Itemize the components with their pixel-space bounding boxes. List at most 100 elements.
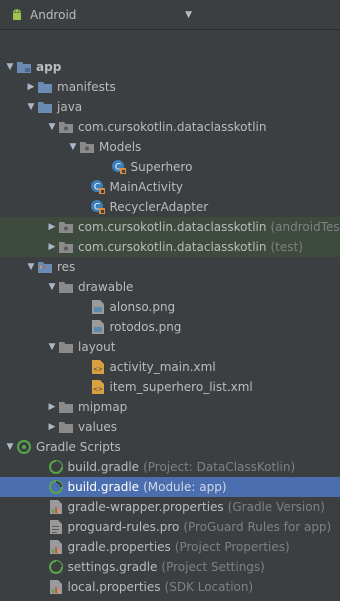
- folder-gray-icon: [58, 419, 74, 435]
- image-file-icon: [90, 299, 106, 315]
- tree-node[interactable]: ▼ drawable: [0, 277, 340, 297]
- tree-node[interactable]: alonso.png: [0, 297, 340, 317]
- tree-node[interactable]: ▶ mipmap: [0, 397, 340, 417]
- svg-text:<>: <>: [92, 366, 102, 373]
- tree-node-label: mipmap: [78, 400, 128, 414]
- expanded-arrow-icon[interactable]: ▼: [25, 97, 37, 117]
- tree-node-label: item_superhero_list.xml: [109, 380, 253, 394]
- tree-node-label: settings.gradle: [67, 560, 158, 574]
- gradle-icon: [16, 439, 32, 455]
- package-icon: [58, 239, 74, 255]
- kotlin-class-icon: C: [90, 179, 106, 195]
- tree-node-label: build.gradle: [67, 460, 140, 474]
- android-icon: [10, 8, 24, 22]
- tree-node[interactable]: gradle-wrapper.properties (Gradle Version…: [0, 497, 340, 517]
- tree-node-suffix: (ProGuard Rules for app): [183, 520, 332, 534]
- tree-node[interactable]: local.properties (SDK Location): [0, 577, 340, 597]
- tree-node-label: layout: [78, 340, 116, 354]
- properties-file-icon: [48, 579, 64, 595]
- tree-node-label: local.properties: [67, 580, 161, 594]
- tree-node[interactable]: rotodos.png: [0, 317, 340, 337]
- arrow-spacer: [36, 477, 48, 497]
- tree-node-label: build.gradle: [67, 480, 140, 494]
- arrow-spacer: [78, 357, 90, 377]
- tree-node-suffix: (Project Settings): [161, 560, 265, 574]
- gradle-file-icon: [48, 479, 64, 495]
- collapsed-arrow-icon[interactable]: ▶: [46, 237, 58, 257]
- arrow-spacer: [36, 517, 48, 537]
- arrow-spacer: [78, 197, 90, 217]
- tree-node-label: app: [36, 60, 62, 74]
- tree-node[interactable]: ▼ Gradle Scripts: [0, 437, 340, 457]
- tree-node-label: proguard-rules.pro: [67, 520, 180, 534]
- expanded-arrow-icon[interactable]: ▼: [46, 337, 58, 357]
- properties-file-icon: [48, 539, 64, 555]
- expanded-arrow-icon[interactable]: ▼: [46, 117, 58, 137]
- tree-node[interactable]: C MainActivity: [0, 177, 340, 197]
- tree-node[interactable]: <> item_superhero_list.xml: [0, 377, 340, 397]
- tree-node[interactable]: proguard-rules.pro (ProGuard Rules for ap…: [0, 517, 340, 537]
- expanded-arrow-icon[interactable]: ▼: [4, 437, 16, 457]
- tree-node-label: com.cursokotlin.dataclasskotlin: [78, 120, 267, 134]
- arrow-spacer: [36, 497, 48, 517]
- tree-node[interactable]: ▼ java: [0, 97, 340, 117]
- tree-node[interactable]: ▼ com.cursokotlin.dataclasskotlin: [0, 117, 340, 137]
- arrow-spacer: [78, 177, 90, 197]
- tree-node[interactable]: ▼ res: [0, 257, 340, 277]
- collapsed-arrow-icon[interactable]: ▶: [46, 417, 58, 437]
- tree-node[interactable]: ▼ layout: [0, 337, 340, 357]
- tree-node-label: com.cursokotlin.dataclasskotlin: [78, 220, 267, 234]
- package-icon: [58, 219, 74, 235]
- tree-node[interactable]: build.gradle (Project: DataClassKotlin): [0, 457, 340, 477]
- tree-node[interactable]: ▶ com.cursokotlin.dataclasskotlin (test): [0, 237, 340, 257]
- folder-gray-icon: [58, 279, 74, 295]
- tree-node-suffix: (Module: app): [143, 480, 227, 494]
- project-view-header[interactable]: Android ▼: [0, 0, 340, 30]
- tree-node-suffix: (Project: DataClassKotlin): [143, 460, 296, 474]
- tree-node[interactable]: gradle.properties (Project Properties): [0, 537, 340, 557]
- kotlin-class-icon: C: [90, 199, 106, 215]
- kotlin-class-icon: C: [111, 159, 127, 175]
- xml-file-icon: <>: [90, 359, 106, 375]
- expanded-arrow-icon[interactable]: ▼: [46, 277, 58, 297]
- tree-node-label: values: [78, 420, 118, 434]
- tree-node-label: rotodos.png: [109, 320, 182, 334]
- arrow-spacer: [78, 297, 90, 317]
- tree-node-suffix: (Project Properties): [174, 540, 290, 554]
- tree-node[interactable]: ▶ com.cursokotlin.dataclasskotlin (android…: [0, 217, 340, 237]
- arrow-spacer: [36, 537, 48, 557]
- tree-node[interactable]: ▼ app: [0, 57, 340, 77]
- arrow-spacer: [36, 457, 48, 477]
- arrow-spacer: [36, 577, 48, 597]
- expanded-arrow-icon[interactable]: ▼: [25, 257, 37, 277]
- tree-node[interactable]: ▶ values: [0, 417, 340, 437]
- tree-node[interactable]: build.gradle (Module: app): [0, 477, 340, 497]
- tree-node-label: Gradle Scripts: [36, 440, 121, 454]
- tree-node[interactable]: settings.gradle (Project Settings): [0, 557, 340, 577]
- tree-node[interactable]: C Superhero: [0, 157, 340, 177]
- package-icon: [79, 139, 95, 155]
- collapsed-arrow-icon[interactable]: ▶: [25, 77, 37, 97]
- tree-node-label: gradle.properties: [67, 540, 171, 554]
- tree-node[interactable]: ▼ Models: [0, 137, 340, 157]
- svg-text:<>: <>: [92, 386, 102, 393]
- tree-node-label: manifests: [57, 80, 116, 94]
- xml-file-icon: <>: [90, 379, 106, 395]
- tree-node-label: alonso.png: [109, 300, 176, 314]
- arrow-spacer: [36, 557, 48, 577]
- project-view-title: Android: [30, 7, 77, 22]
- tree-node-suffix: (SDK Location): [164, 580, 254, 594]
- res-folder-icon: [37, 259, 53, 275]
- expanded-arrow-icon[interactable]: ▼: [67, 137, 79, 157]
- gradle-file-icon: [48, 559, 64, 575]
- collapsed-arrow-icon[interactable]: ▶: [46, 217, 58, 237]
- tree-node[interactable]: <> activity_main.xml: [0, 357, 340, 377]
- tree-node[interactable]: C RecyclerAdapter: [0, 197, 340, 217]
- collapsed-arrow-icon[interactable]: ▶: [46, 397, 58, 417]
- tree-node-suffix: (test): [270, 240, 303, 254]
- expanded-arrow-icon[interactable]: ▼: [4, 57, 16, 77]
- folder-icon: [37, 79, 53, 95]
- tree-node-suffix: (androidTest): [270, 220, 340, 234]
- tree-node[interactable]: ▶ manifests: [0, 77, 340, 97]
- chevron-down-icon[interactable]: ▼: [185, 10, 192, 20]
